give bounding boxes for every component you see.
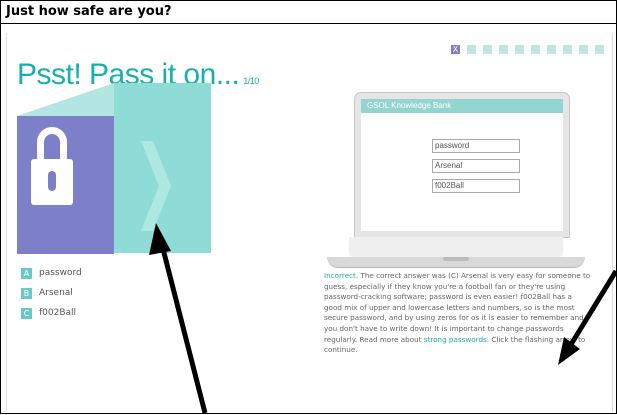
laptop-screen: GSOL Knowledge Bank password Arsenal f00… [355, 93, 569, 237]
strong-passwords-link[interactable]: strong passwords [424, 335, 487, 344]
keyhole-icon [48, 171, 56, 191]
lock-icon-shackle [37, 127, 67, 161]
answer-letter: C [21, 307, 32, 319]
progress-step-2 [467, 45, 476, 54]
answer-label: password [39, 268, 82, 278]
answer-option-c[interactable]: C f002Ball [21, 304, 82, 322]
answer-explanation: Incorrect. The correct answer was (C) Ar… [324, 271, 592, 356]
progress-step-3 [483, 45, 492, 54]
progress-step-6 [531, 45, 540, 54]
laptop-field-password: password [432, 139, 520, 153]
progress-step-5 [515, 45, 524, 54]
progress-step-1: X [451, 45, 460, 54]
question-counter: 1/10 [243, 76, 259, 86]
progress-step-10 [595, 45, 604, 54]
progress-step-8 [563, 45, 572, 54]
progress-step-4 [499, 45, 508, 54]
title-bar: Just how safe are you? [1, 1, 616, 24]
progress-indicator: X [451, 45, 604, 54]
progress-step-9 [579, 45, 588, 54]
laptop-hinge [443, 257, 469, 261]
laptop-field-f002ball: f002Ball [432, 179, 520, 193]
app-window: Just how safe are you? X Psst! Pass it o… [0, 0, 617, 414]
answer-option-a[interactable]: A password [21, 264, 82, 282]
answer-letter: B [21, 287, 32, 299]
progress-step-7 [547, 45, 556, 54]
laptop-field-arsenal: Arsenal [432, 159, 520, 173]
incorrect-label: Incorrect. [324, 271, 359, 280]
answer-option-b[interactable]: B Arsenal [21, 284, 82, 302]
chevron-right-icon[interactable] [141, 141, 171, 231]
knowledge-bank-title: GSOL Knowledge Bank [361, 99, 563, 113]
answer-list: A password B Arsenal C f002Ball [21, 264, 82, 324]
answer-label: Arsenal [39, 288, 73, 298]
window-title: Just how safe are you? [6, 4, 172, 19]
explanation-text: The correct answer was (C) Arsenal is ve… [324, 271, 591, 344]
answer-label: f002Ball [39, 308, 77, 318]
laptop-bezel [349, 237, 563, 257]
answer-letter: A [21, 267, 32, 279]
